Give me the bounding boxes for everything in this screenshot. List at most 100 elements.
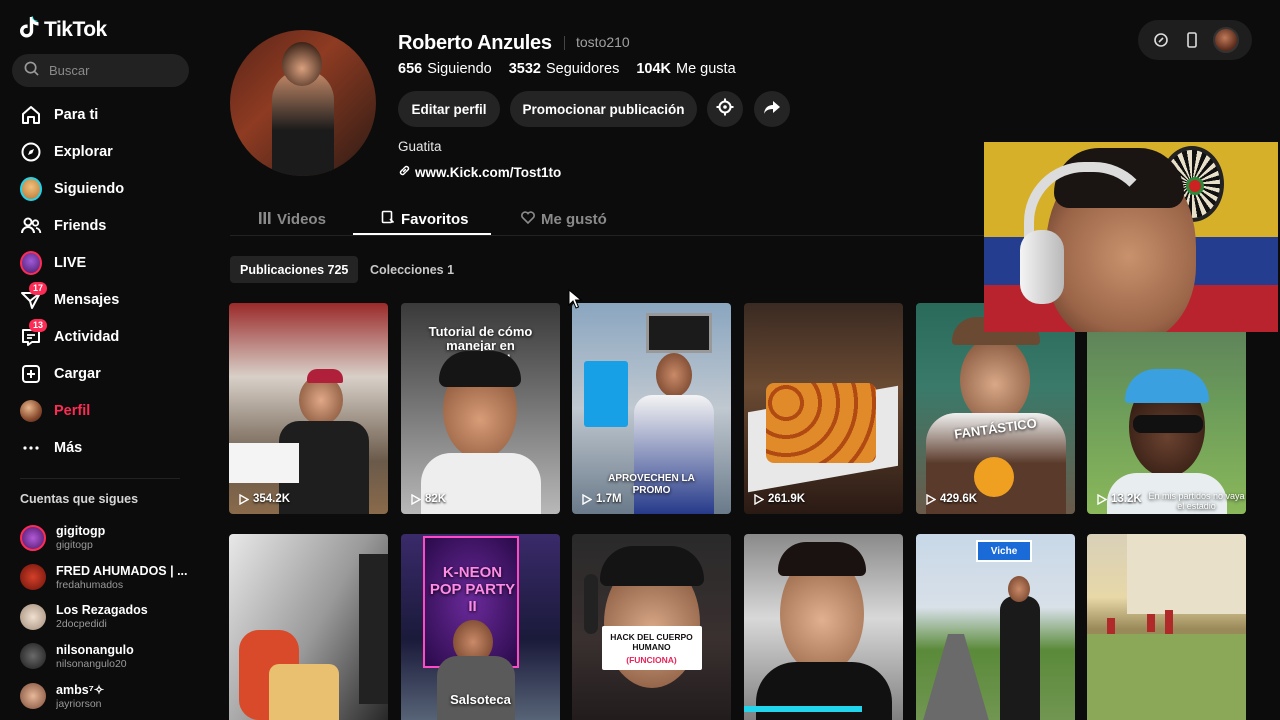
nav-label: Friends <box>54 217 107 234</box>
account-handle: fredahumados <box>56 578 124 591</box>
webcam-overlay <box>984 142 1278 332</box>
nav-item-mensajes[interactable]: 17 Mensajes <box>0 281 200 318</box>
live-avatar-icon <box>20 250 42 275</box>
nav-item-para-ti[interactable]: Para ti <box>0 96 200 133</box>
coins-icon[interactable] <box>1151 30 1171 50</box>
nav-item-friends[interactable]: Friends <box>0 207 200 244</box>
account-name: gigitogp <box>56 524 106 539</box>
nav-item-actividad[interactable]: 13 Actividad <box>0 318 200 355</box>
video-card[interactable]: En mis partidos no vaya el estadio 13.2K <box>1087 303 1246 514</box>
top-right-controls <box>1138 20 1252 60</box>
video-views: 1.7M <box>582 493 622 505</box>
following-account[interactable]: gigitogp gigitogp <box>20 518 195 558</box>
tiktok-logo[interactable]: TikTok <box>20 15 107 44</box>
gear-icon <box>716 98 734 121</box>
account-avatar <box>20 564 46 591</box>
profile-username: tosto210 <box>576 34 630 50</box>
upload-icon <box>20 363 42 385</box>
edit-profile-button[interactable]: Editar perfil <box>398 91 500 127</box>
promote-post-button[interactable]: Promocionar publicación <box>510 91 697 127</box>
nav-item-mas[interactable]: Más <box>0 429 200 466</box>
video-card[interactable] <box>229 534 388 720</box>
search-bar[interactable] <box>12 54 189 87</box>
following-section-title: Cuentas que sigues <box>20 492 139 506</box>
bookmark-icon <box>381 210 395 228</box>
profile-display-name: Roberto Anzules <box>398 32 552 54</box>
profile-link[interactable]: www.Kick.com/Tost1to <box>398 164 561 180</box>
compass-icon <box>20 141 42 163</box>
video-card[interactable]: Tutorial de cómo manejar en GuayaKill 82… <box>401 303 560 514</box>
video-card[interactable]: 354.2K <box>229 303 388 514</box>
activity-icon: 13 <box>20 318 48 348</box>
profile-bio: Guatita <box>398 139 442 154</box>
main-nav: Para ti Explorar Siguiendo Friends LIVE <box>0 96 200 466</box>
video-card[interactable] <box>1087 534 1246 720</box>
profile-stats: 656 Siguiendo 3532 Seguidores 104K Me gusta <box>398 61 736 77</box>
share-icon <box>763 98 781 121</box>
share-profile-button[interactable] <box>754 91 790 127</box>
nav-label: Explorar <box>54 143 113 160</box>
tiktok-profile-page: TikTok Para ti Explorar Siguiendo <box>0 0 1280 720</box>
posts-filter-chip[interactable]: Publicaciones 725 <box>230 256 359 283</box>
video-views: 261.9K <box>754 493 805 505</box>
video-card[interactable]: FANTÁSTICO 429.6K <box>916 303 1075 514</box>
video-card[interactable]: APROVECHEN LA PROMO 1.7M <box>572 303 731 514</box>
following-account[interactable]: Los Rezagados 2docpedidi <box>20 597 195 637</box>
video-views: 82K <box>411 493 446 505</box>
nav-label: Mensajes <box>54 291 120 308</box>
tab-me-gusto[interactable]: Me gustó <box>521 202 607 236</box>
following-account[interactable]: nilsonangulo nilsonangulo20 <box>20 637 195 677</box>
account-handle: 2docpedidi <box>56 618 107 631</box>
video-card[interactable]: 261.9K <box>744 303 903 514</box>
account-handle: nilsonangulo20 <box>56 657 127 670</box>
following-stat[interactable]: 656 Siguiendo <box>398 61 492 77</box>
nav-label: LIVE <box>54 254 87 271</box>
following-account[interactable]: ambs⁷✧ jayriorson <box>20 676 195 716</box>
mouse-cursor-icon <box>568 288 583 314</box>
tiktok-note-icon <box>20 15 40 44</box>
nav-item-siguiendo[interactable]: Siguiendo <box>0 170 200 207</box>
account-name: ambs⁷✧ <box>56 682 105 697</box>
profile-link-text: www.Kick.com/Tost1to <box>415 164 562 180</box>
nav-item-live[interactable]: LIVE <box>0 244 200 281</box>
nav-item-perfil[interactable]: Perfil <box>0 392 200 429</box>
nav-item-explorar[interactable]: Explorar <box>0 133 200 170</box>
tab-videos[interactable]: Videos <box>259 202 326 236</box>
account-name: nilsonangulo <box>56 642 134 657</box>
nav-label: Más <box>54 439 83 456</box>
collections-filter-chip[interactable]: Colecciones 1 <box>360 256 464 283</box>
account-name: Los Rezagados <box>56 603 148 618</box>
road-sign: Viche <box>976 540 1032 562</box>
nav-label: Actividad <box>54 328 120 345</box>
video-card[interactable] <box>744 534 903 720</box>
messages-badge: 17 <box>29 281 48 295</box>
more-icon <box>20 437 42 459</box>
video-card[interactable]: Viche <box>916 534 1075 720</box>
video-card[interactable]: K-NEON POP PARTY II Salsoteca <box>401 534 560 720</box>
profile-avatar-icon <box>20 399 42 422</box>
nav-label: Para ti <box>54 106 99 123</box>
followers-stat[interactable]: 3532 Seguidores <box>509 61 620 77</box>
active-tab-indicator <box>353 233 491 235</box>
name-separator <box>564 36 565 50</box>
video-card[interactable]: HACK DEL CUERPO HUMANO (FUNCIONA) <box>572 534 731 720</box>
video-views: 429.6K <box>926 493 977 505</box>
user-avatar-button[interactable] <box>1212 27 1239 53</box>
friends-icon <box>20 215 42 237</box>
video-views: 13.2K <box>1097 493 1142 505</box>
home-icon <box>20 104 42 126</box>
device-icon[interactable] <box>1182 30 1202 50</box>
nav-item-cargar[interactable]: Cargar <box>0 355 200 392</box>
link-icon <box>398 164 411 180</box>
account-avatar <box>20 603 46 630</box>
search-input[interactable] <box>49 63 179 78</box>
settings-button[interactable] <box>707 91 743 127</box>
following-account[interactable]: FRED AHUMADOS | ... fredahumados <box>20 558 195 598</box>
video-caption: K-NEON POP PARTY II <box>429 564 516 615</box>
nav-label: Siguiendo <box>54 180 125 197</box>
video-subcaption: (FUNCIONA) <box>626 655 677 665</box>
sidebar: TikTok Para ti Explorar Siguiendo <box>0 0 200 720</box>
activity-badge: 13 <box>29 318 48 332</box>
tab-favoritos[interactable]: Favoritos <box>381 202 469 236</box>
following-accounts-list: gigitogp gigitogp FRED AHUMADOS | ... fred… <box>20 518 195 716</box>
